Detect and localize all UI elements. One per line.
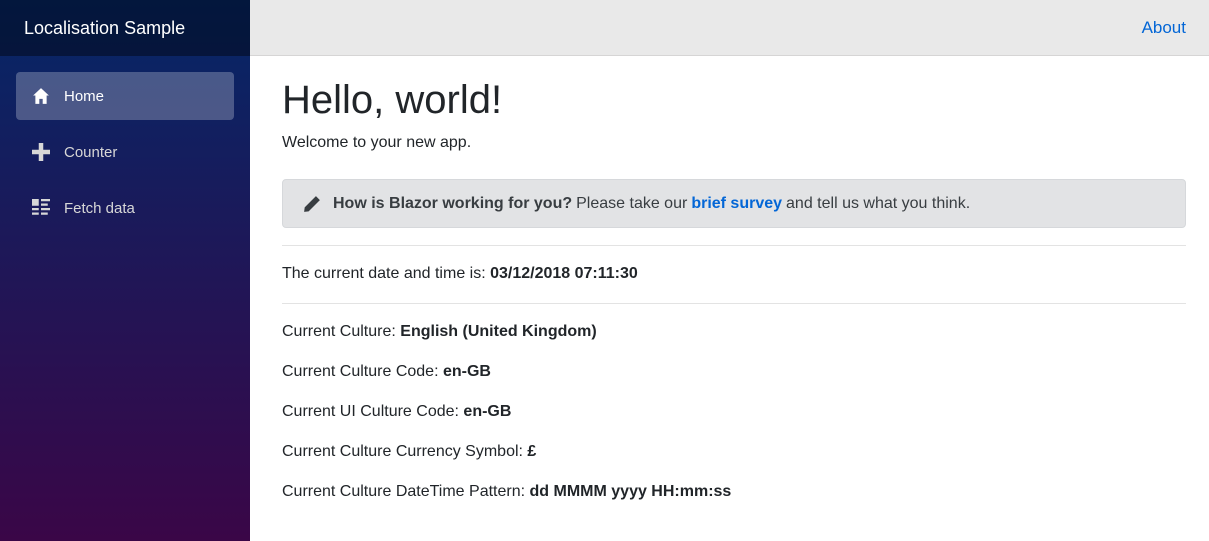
pencil-icon: [303, 195, 321, 213]
sidebar-item-label: Fetch data: [64, 199, 135, 217]
culture-code-value: en-GB: [442, 363, 491, 380]
culture-code-label: Current Culture Code:: [282, 363, 439, 380]
divider: [282, 303, 1186, 304]
main-area: About Hello, world! Welcome to your new …: [250, 0, 1209, 541]
datetime-line: The current date and time is: 03/12/2018…: [282, 262, 1186, 286]
currency-symbol-line: Current Culture Currency Symbol: £: [282, 440, 1186, 464]
sidebar-item-label: Home: [64, 87, 105, 105]
home-icon: [32, 87, 50, 105]
brand-bar: Localisation Sample: [0, 0, 250, 56]
top-row: About: [250, 0, 1209, 56]
datetime-pattern-label: Current Culture DateTime Pattern:: [282, 483, 526, 500]
list-rich-icon: [32, 199, 50, 217]
sidebar-item-counter[interactable]: Counter: [16, 128, 234, 176]
sidebar-item-home[interactable]: Home: [16, 72, 234, 120]
brand-link[interactable]: Localisation Sample: [24, 18, 185, 39]
app-root: Localisation Sample Home Counter Fetch d…: [0, 0, 1209, 541]
sidebar-item-fetch-data[interactable]: Fetch data: [16, 184, 234, 232]
currency-symbol-value: £: [527, 443, 537, 460]
survey-link[interactable]: brief survey: [691, 195, 782, 213]
datetime-label: The current date and time is:: [282, 265, 486, 282]
datetime-value: 03/12/2018 07:11:30: [490, 265, 638, 282]
ui-culture-code-label: Current UI Culture Code:: [282, 403, 459, 420]
page-title: Hello, world!: [282, 78, 503, 122]
divider: [282, 245, 1186, 246]
datetime-pattern-value: dd MMMM yyyy HH:mm:ss: [529, 483, 732, 500]
culture-value: English (United Kingdom): [400, 323, 597, 340]
sidebar-item-label: Counter: [64, 143, 118, 161]
plus-icon: [32, 143, 50, 161]
currency-symbol-label: Current Culture Currency Symbol:: [282, 443, 523, 460]
survey-text-before: Please take our: [576, 194, 688, 212]
culture-line: Current Culture: English (United Kingdom…: [282, 320, 1186, 344]
survey-prompt: How is Blazor working for you? Please ta…: [282, 179, 1186, 228]
page-content: Hello, world! Welcome to your new app. H…: [250, 56, 1209, 520]
about-link[interactable]: About: [1142, 18, 1186, 38]
culture-code-line: Current Culture Code: en-GB: [282, 360, 1186, 384]
welcome-text: Welcome to your new app.: [282, 134, 472, 151]
ui-culture-code-line: Current UI Culture Code: en-GB: [282, 400, 1186, 424]
survey-text-after: and tell us what you think.: [786, 194, 971, 212]
sidebar-nav: Home Counter Fetch data: [0, 56, 250, 240]
ui-culture-code-value: en-GB: [463, 403, 512, 420]
survey-question: How is Blazor working for you?: [333, 194, 573, 212]
culture-label: Current Culture:: [282, 323, 396, 340]
datetime-pattern-line: Current Culture DateTime Pattern: dd MMM…: [282, 480, 1186, 504]
sidebar: Localisation Sample Home Counter Fetch d…: [0, 0, 250, 541]
culture-info: Current Culture: English (United Kingdom…: [282, 320, 1186, 504]
